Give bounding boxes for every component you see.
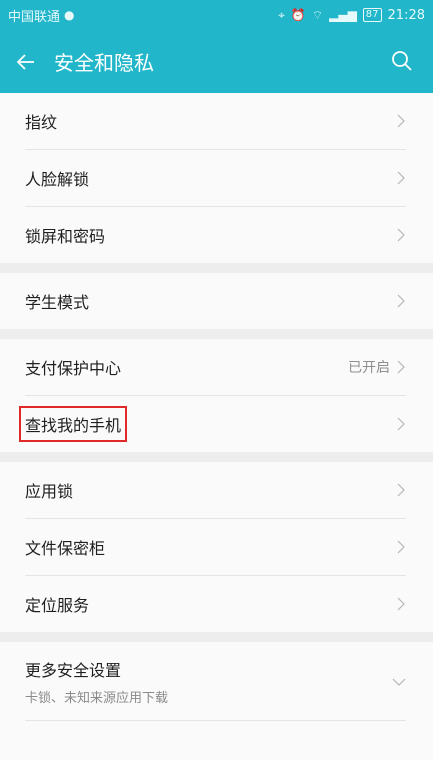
chevron-right-icon bbox=[397, 540, 405, 554]
setting-item-label: 查找我的手机 bbox=[19, 406, 128, 442]
message-icon: ● bbox=[64, 8, 75, 22]
setting-item-student-mode[interactable]: 学生模式 bbox=[25, 273, 406, 329]
app-bar: 安全和隐私 bbox=[0, 30, 433, 93]
status-time: 21:28 bbox=[387, 7, 425, 23]
setting-item-face-unlock[interactable]: 人脸解锁 bbox=[25, 150, 406, 207]
chevron-right-icon bbox=[397, 360, 405, 374]
settings-list: 指纹 人脸解锁 锁屏和密码 学生模式 支付保护中心 已开启 查找我的手机 应用锁… bbox=[0, 93, 433, 721]
setting-item-label: 锁屏和密码 bbox=[25, 227, 106, 246]
search-button[interactable] bbox=[385, 44, 419, 78]
search-icon bbox=[392, 51, 412, 71]
setting-item-subtitle: 卡锁、未知来源应用下载 bbox=[25, 690, 169, 706]
wifi-icon: ⌔ bbox=[311, 7, 324, 22]
chevron-right-icon bbox=[397, 171, 405, 185]
carrier-label: 中国联通 bbox=[8, 9, 61, 25]
setting-item-location-services[interactable]: 定位服务 bbox=[25, 576, 406, 632]
back-arrow-icon bbox=[16, 53, 34, 70]
setting-item-find-my-phone[interactable]: 查找我的手机 bbox=[19, 396, 406, 452]
section-divider bbox=[0, 632, 433, 642]
setting-item-app-lock[interactable]: 应用锁 bbox=[25, 462, 406, 519]
location-icon: ⌖ bbox=[278, 7, 285, 22]
setting-item-lockscreen-password[interactable]: 锁屏和密码 bbox=[25, 207, 406, 263]
setting-item-label: 文件保密柜 bbox=[25, 539, 106, 558]
setting-item-payment-protection[interactable]: 支付保护中心 已开启 bbox=[25, 339, 406, 396]
back-button[interactable] bbox=[0, 30, 52, 93]
chevron-down-icon bbox=[392, 678, 406, 686]
section-divider bbox=[0, 452, 433, 462]
setting-item-more-security[interactable]: 更多安全设置 卡锁、未知来源应用下载 bbox=[25, 642, 406, 721]
chevron-right-icon bbox=[397, 294, 405, 308]
section-divider bbox=[0, 263, 433, 273]
chevron-right-icon bbox=[397, 114, 405, 128]
section-divider bbox=[0, 329, 433, 339]
alarm-icon: ⏰ bbox=[290, 8, 306, 22]
status-bar: 中国联通 ● ⌖ ⏰ ⌔ ▂▄▆ 87 21:28 bbox=[0, 0, 433, 30]
setting-item-label: 定位服务 bbox=[25, 596, 90, 615]
setting-item-label: 指纹 bbox=[25, 113, 58, 132]
chevron-right-icon bbox=[397, 228, 405, 242]
page-title: 安全和隐私 bbox=[54, 51, 154, 75]
setting-item-label: 学生模式 bbox=[25, 293, 90, 312]
setting-item-label: 支付保护中心 bbox=[25, 359, 122, 378]
setting-item-label: 更多安全设置 bbox=[25, 660, 122, 680]
chevron-right-icon bbox=[397, 483, 405, 497]
setting-item-label: 应用锁 bbox=[25, 482, 74, 501]
chevron-right-icon bbox=[397, 417, 405, 431]
setting-item-file-safe[interactable]: 文件保密柜 bbox=[25, 519, 406, 576]
signal-icon: ▂▄▆ bbox=[329, 8, 357, 22]
setting-item-label: 人脸解锁 bbox=[25, 170, 90, 189]
status-value: 已开启 bbox=[348, 360, 390, 376]
battery-icon: 87 bbox=[362, 8, 382, 22]
chevron-right-icon bbox=[397, 597, 405, 611]
setting-item-fingerprint[interactable]: 指纹 bbox=[25, 93, 406, 150]
